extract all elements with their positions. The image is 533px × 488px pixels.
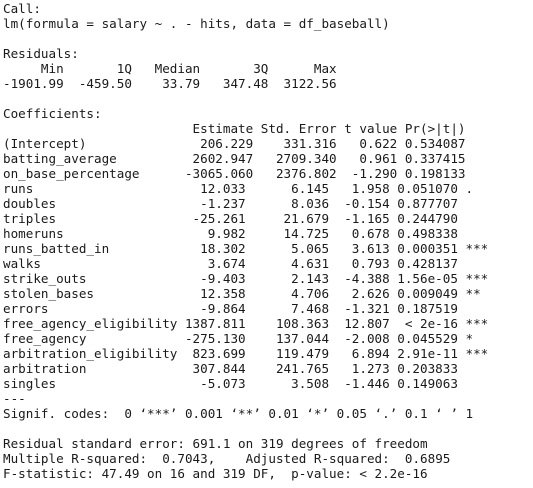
call-formula: lm(formula = salary ~ . - hits, data = d… [3, 16, 390, 31]
coefficient-row: on_base_percentage -3065.060 2376.802 -1… [3, 166, 496, 181]
coefficient-row: batting_average 2602.947 2709.340 0.961 … [3, 151, 496, 166]
coefficient-row: arbitration_eligibility 823.699 119.479 … [3, 346, 489, 361]
r-squared-line: Multiple R-squared: 0.7043, Adjusted R-s… [3, 451, 458, 466]
coefficient-row: arbitration 307.844 241.765 1.273 0.2038… [3, 361, 489, 376]
coefficient-row: (Intercept) 206.229 331.316 0.622 0.5340… [3, 136, 496, 151]
coefficient-row: singles -5.073 3.508 -1.446 0.149063 [3, 376, 489, 391]
coefficients-header-row: Estimate Std. Error t value Pr(>|t|) [3, 121, 496, 136]
residual-standard-error: Residual standard error: 691.1 on 319 de… [3, 436, 428, 451]
coefficient-row: doubles -1.237 8.036 -0.154 0.877707 [3, 196, 489, 211]
coefficient-row: strike_outs -9.403 2.143 -4.388 1.56e-05… [3, 271, 489, 286]
coefficient-row: free_agency_eligibility 1387.811 108.363… [3, 316, 489, 331]
residuals-values-row: -1901.99 -459.50 33.79 347.48 3122.56 [3, 76, 345, 91]
coefficient-row: free_agency -275.130 137.044 -2.008 0.04… [3, 331, 489, 346]
coefficient-row: homeruns 9.982 14.725 0.678 0.498338 [3, 226, 489, 241]
coefficients-heading: Coefficients: [3, 106, 102, 121]
separator-line: --- [3, 391, 26, 406]
call-heading: Call: [3, 1, 41, 16]
r-console-output[interactable]: Call: lm(formula = salary ~ . - hits, da… [3, 1, 533, 488]
f-statistic-line: F-statistic: 47.49 on 16 and 319 DF, p-v… [3, 466, 428, 481]
coefficient-row: runs 12.033 6.145 1.958 0.051070 . [3, 181, 489, 196]
coefficient-row: triples -25.261 21.679 -1.165 0.244790 [3, 211, 489, 226]
coefficient-row: errors -9.864 7.468 -1.321 0.187519 [3, 301, 489, 316]
coefficient-row: walks 3.674 4.631 0.793 0.428137 [3, 256, 489, 271]
residuals-heading: Residuals: [3, 46, 79, 61]
coefficient-row: runs_batted_in 18.302 5.065 3.613 0.0003… [3, 241, 489, 256]
coefficient-row: stolen_bases 12.358 4.706 2.626 0.009049… [3, 286, 489, 301]
signif-codes-legend: Signif. codes: 0 ‘***’ 0.001 ‘**’ 0.01 ‘… [3, 406, 474, 421]
residuals-header-row: Min 1Q Median 3Q Max [3, 61, 345, 76]
